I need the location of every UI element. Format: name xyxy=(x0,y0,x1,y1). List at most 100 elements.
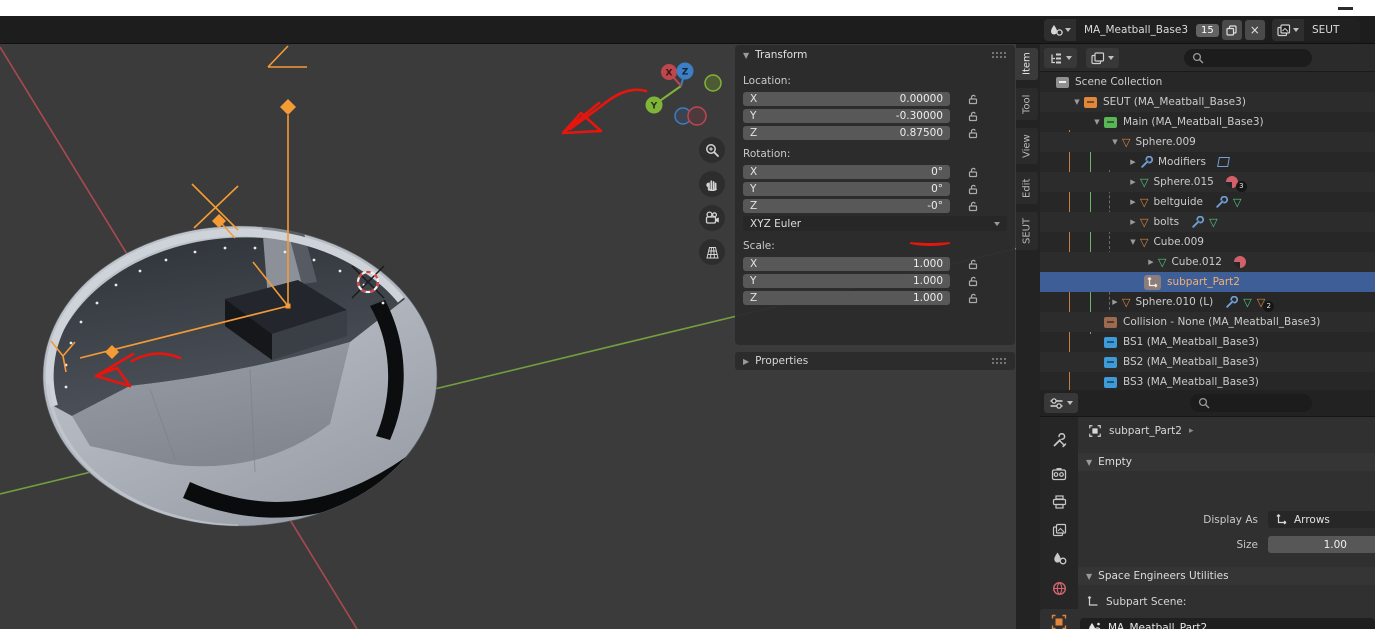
nav-gizmo[interactable]: X Z Y xyxy=(645,62,722,126)
nav-axis-neg-y[interactable] xyxy=(704,74,722,92)
tab-world-properties[interactable] xyxy=(1040,575,1078,601)
disclosure-triangle-icon[interactable]: ▶ xyxy=(1108,298,1122,306)
transform-panel-header[interactable]: ▼ Transform xyxy=(735,45,1015,65)
drag-handle-icon[interactable] xyxy=(991,357,1007,365)
camera-view-button[interactable] xyxy=(699,205,725,231)
wrench-icon[interactable] xyxy=(1215,195,1228,209)
scene-name[interactable]: MA_Meatball_Base3 xyxy=(1076,24,1196,36)
rotation-z-field[interactable]: Z -0° xyxy=(743,199,950,213)
drag-handle-icon[interactable] xyxy=(991,51,1007,59)
nav-axis-neg-x[interactable] xyxy=(687,106,707,126)
outliner-editor-type-button[interactable] xyxy=(1044,48,1077,68)
disclosure-triangle-icon[interactable]: ▶ xyxy=(1126,218,1140,226)
outliner-row-sphere009[interactable]: ▼ ▽ Sphere.009 xyxy=(1040,132,1375,152)
mesh-data-icon[interactable]: ▽ xyxy=(1209,217,1217,228)
outliner-row-seut-collection[interactable]: ▼ SEUT (MA_Meatball_Base3) xyxy=(1040,92,1375,112)
scale-z-field[interactable]: Z 1.000 xyxy=(743,291,950,305)
lock-scale-y-button[interactable] xyxy=(968,276,979,287)
minimize-icon[interactable] xyxy=(1338,7,1353,10)
empty-panel-header[interactable]: ▼ Empty xyxy=(1078,453,1375,471)
zoom-tool-button[interactable] xyxy=(699,137,725,163)
lock-location-y-button[interactable] xyxy=(968,111,979,122)
outliner-row-cube009[interactable]: ▼ ▽ Cube.009 xyxy=(1040,232,1375,252)
tab-scene-properties[interactable] xyxy=(1040,545,1078,571)
location-x-field[interactable]: X 0.00000 xyxy=(743,92,950,106)
tab-tool[interactable]: Tool xyxy=(1016,88,1038,120)
display-modifier-icon[interactable] xyxy=(1217,157,1230,167)
outliner-row-beltguide[interactable]: ▶ ▽ beltguide ▽ xyxy=(1040,192,1375,212)
outliner-row-subpart-part2[interactable]: subpart_Part2 xyxy=(1040,272,1375,292)
outliner-row-collision-collection[interactable]: Collision - None (MA_Meatball_Base3) xyxy=(1040,312,1375,332)
tab-output-properties[interactable] xyxy=(1040,489,1078,515)
subpart-scene-dropdown[interactable]: MA_Meatball_Part2 xyxy=(1080,618,1375,629)
outliner-row-modifiers[interactable]: ▶ Modifiers xyxy=(1040,152,1375,172)
disclosure-triangle-icon[interactable]: ▶ xyxy=(1126,158,1140,166)
outliner-row-bs2-collection[interactable]: BS2 (MA_Meatball_Base3) xyxy=(1040,352,1375,372)
tab-view[interactable]: View xyxy=(1016,128,1038,164)
wrench-icon[interactable] xyxy=(1225,295,1239,309)
scene-users-badge[interactable]: 15 xyxy=(1196,23,1219,37)
scene-browse-button[interactable] xyxy=(1044,19,1076,41)
scale-y-field[interactable]: Y 1.000 xyxy=(743,274,950,288)
disclosure-triangle-icon[interactable]: ▶ xyxy=(1144,258,1158,266)
location-z-field[interactable]: Z 0.87500 xyxy=(743,126,950,140)
wrench-icon[interactable] xyxy=(1191,215,1205,229)
lock-scale-x-button[interactable] xyxy=(968,259,979,270)
tab-label: Tool xyxy=(1021,94,1033,114)
material-icon[interactable] xyxy=(1233,256,1246,268)
scale-x-field[interactable]: X 1.000 xyxy=(743,257,950,271)
disclosure-triangle-icon[interactable]: ▼ xyxy=(1090,118,1104,126)
size-field[interactable]: 1.00 xyxy=(1268,536,1375,553)
properties-editor-type-button[interactable] xyxy=(1044,393,1078,413)
new-scene-button[interactable] xyxy=(1221,20,1242,40)
lock-location-z-button[interactable] xyxy=(968,128,979,139)
rotation-x-field[interactable]: X 0° xyxy=(743,165,950,179)
transform-panel-title: Transform xyxy=(755,49,808,61)
tab-object-properties[interactable] xyxy=(1040,609,1078,629)
mesh-data-icon[interactable]: ▽ xyxy=(1233,197,1241,208)
seut-panel-header[interactable]: ▼ Space Engineers Utilities xyxy=(1078,567,1375,585)
lock-location-x-button[interactable] xyxy=(968,94,979,105)
mesh-data-icon[interactable]: ▽ xyxy=(1243,297,1251,308)
lock-rotation-z-button[interactable] xyxy=(968,201,979,212)
disclosure-triangle-icon[interactable]: ▶ xyxy=(1126,198,1140,206)
view-layer-selector[interactable]: SEUT xyxy=(1272,19,1360,41)
ortho-toggle-button[interactable] xyxy=(699,239,725,265)
rotation-mode-dropdown[interactable]: XYZ Euler xyxy=(743,216,1007,231)
outliner-row-sphere015[interactable]: ▶ ▽ Sphere.015 3 xyxy=(1040,172,1375,192)
tab-view-layer-properties[interactable] xyxy=(1040,517,1078,543)
disclosure-triangle-icon[interactable]: ▶ xyxy=(1126,178,1140,186)
properties-collapsed-panel[interactable]: ▶ Properties xyxy=(735,352,1015,370)
disclosure-triangle-icon[interactable]: ▼ xyxy=(1070,98,1084,106)
outliner-search-input[interactable] xyxy=(1184,49,1312,67)
outliner-row-main-collection[interactable]: ▼ Main (MA_Meatball_Base3) xyxy=(1040,112,1375,132)
tab-item[interactable]: Item xyxy=(1016,48,1038,80)
outliner-row-scene-collection[interactable]: Scene Collection xyxy=(1040,72,1375,92)
lock-scale-z-button[interactable] xyxy=(968,293,979,304)
unlink-scene-button[interactable]: × xyxy=(1244,20,1265,40)
location-y-field[interactable]: Y -0.30000 xyxy=(743,109,950,123)
outliner-row-bolts[interactable]: ▶ ▽ bolts ▽ xyxy=(1040,212,1375,232)
tab-render-properties[interactable] xyxy=(1040,461,1078,487)
view-layer-name[interactable]: SEUT xyxy=(1304,24,1360,36)
display-as-dropdown[interactable]: Arrows xyxy=(1268,511,1375,528)
properties-search-input[interactable] xyxy=(1190,394,1312,412)
outliner-row-bs3-collection[interactable]: BS3 (MA_Meatball_Base3) xyxy=(1040,372,1375,392)
view-layer-browse-button[interactable] xyxy=(1272,19,1304,41)
outliner-row-bs1-collection[interactable]: BS1 (MA_Meatball_Base3) xyxy=(1040,332,1375,352)
outliner-display-mode-button[interactable] xyxy=(1086,48,1119,68)
lock-rotation-y-button[interactable] xyxy=(968,184,979,195)
disclosure-triangle-icon[interactable]: ▼ xyxy=(1108,138,1122,146)
properties-editor: subpart_Part2 ▸ ▼ Empty Display As Arrow… xyxy=(1040,390,1375,629)
disclosure-triangle-icon[interactable]: ▼ xyxy=(1126,238,1140,246)
outliner-row-sphere010[interactable]: ▶ ▽ Sphere.010 (L) ▽ ▽ 2 xyxy=(1040,292,1375,312)
breadcrumb-object-name[interactable]: subpart_Part2 xyxy=(1109,425,1182,437)
pan-tool-button[interactable] xyxy=(699,171,725,197)
lock-rotation-x-button[interactable] xyxy=(968,167,979,178)
tab-tool-properties[interactable] xyxy=(1040,427,1078,453)
tab-seut[interactable]: SEUT xyxy=(1016,212,1038,250)
outliner-row-cube012[interactable]: ▶ ▽ Cube.012 xyxy=(1040,252,1375,272)
scene-selector[interactable]: MA_Meatball_Base3 15 × xyxy=(1044,19,1267,41)
tab-edit[interactable]: Edit xyxy=(1016,172,1038,204)
rotation-y-field[interactable]: Y 0° xyxy=(743,182,950,196)
